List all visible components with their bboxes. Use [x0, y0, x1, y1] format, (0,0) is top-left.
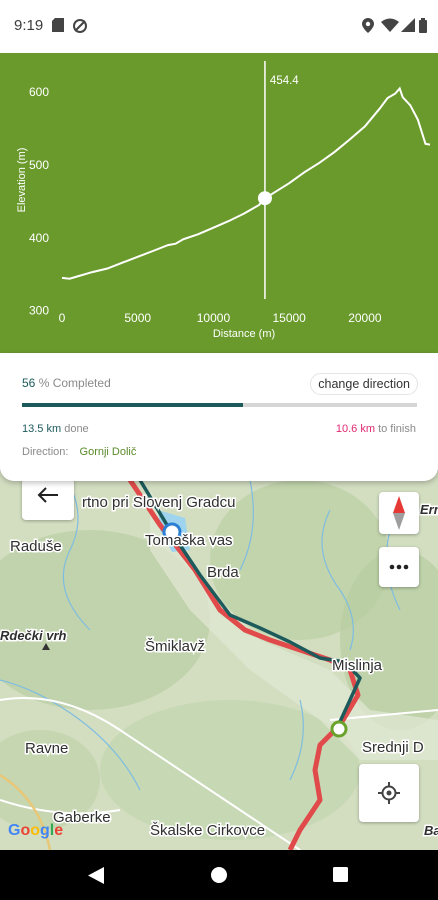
progress-card: 56 % Completed change direction 13.5 km … [0, 353, 438, 481]
direction-value: Gornji Dolič [79, 446, 137, 458]
finish-km: 10.6 km [335, 423, 376, 435]
x-axis-label: Distance (m) [213, 328, 275, 340]
y-tick-label: 400 [29, 231, 49, 245]
place-label-raduse: Raduše [10, 538, 62, 555]
change-direction-button[interactable]: change direction [310, 373, 418, 395]
system-nav-bar [0, 850, 438, 900]
recents-square-icon[interactable] [333, 867, 348, 882]
percent-completed: 56 % Completed [22, 376, 111, 390]
location-icon [362, 18, 374, 33]
elevation-chart-svg[interactable]: Elevation (m) Distance (m) 300400500600 … [0, 53, 438, 353]
my-location-icon [378, 782, 400, 804]
progress-bar [22, 403, 417, 407]
done-km: 13.5 km [22, 423, 62, 435]
map-view[interactable]: rtno pri Slovenj Gradcu Tomaška vas Brda… [0, 470, 438, 850]
x-tick-label: 5000 [124, 311, 151, 325]
more-options-button[interactable] [379, 547, 419, 587]
place-label-slovenj: rtno pri Slovenj Gradcu [82, 494, 235, 511]
place-label-tomaska: Tomaška vas [145, 532, 233, 549]
elevation-chart[interactable]: Elevation (m) Distance (m) 300 400 500 600 … [0, 53, 438, 353]
y-axis-label: Elevation (m) [16, 148, 28, 213]
my-location-button[interactable] [359, 764, 419, 822]
x-tick-label: 15000 [272, 311, 306, 325]
done-label: done [64, 423, 89, 435]
place-label-ravne: Ravne [25, 740, 68, 757]
direction-label: Direction: [22, 446, 69, 458]
y-tick-label: 600 [29, 85, 49, 99]
compass-icon [393, 496, 405, 530]
place-label-ern: Ern [420, 502, 438, 517]
arrow-left-icon [37, 487, 58, 503]
remaining-distance: 10.6 km to finish [336, 423, 416, 435]
google-logo: Google [8, 822, 64, 839]
finish-label: to finish [378, 423, 416, 435]
status-bar: 9:19 [0, 0, 438, 53]
percent-label: % Completed [38, 376, 111, 390]
battery-icon [419, 18, 427, 33]
x-tick-label: 0 [59, 311, 66, 325]
x-tick-label: 10000 [197, 311, 231, 325]
place-label-mislinja: Mislinja [332, 657, 383, 674]
wifi-icon [381, 18, 399, 32]
y-tick-label: 500 [29, 158, 49, 172]
y-tick-label: 300 [29, 304, 49, 318]
no-location-icon [73, 19, 87, 33]
compass-button[interactable] [379, 492, 419, 534]
sd-card-icon [52, 18, 64, 32]
signal-icon [401, 18, 415, 32]
place-label-smiklavz: Šmiklavž [145, 638, 205, 655]
place-label-skalske: Škalske Cirkovce [150, 822, 265, 839]
percent-value: 56 [22, 376, 36, 390]
back-triangle-icon[interactable] [88, 867, 104, 884]
direction-row: Direction: Gornji Dolič [22, 446, 136, 458]
route-end-marker[interactable] [330, 720, 348, 738]
more-horizontal-icon [389, 564, 409, 570]
place-label-b: Ba [424, 823, 438, 838]
position-marker-label: 454.4 [270, 75, 299, 87]
position-marker-dot[interactable] [257, 191, 272, 206]
home-circle-icon[interactable] [211, 867, 227, 883]
x-tick-label: 20000 [348, 311, 382, 325]
elevation-line [61, 86, 431, 280]
place-label-brda: Brda [207, 564, 239, 581]
progress-bar-fill [22, 403, 244, 407]
place-label-srednji: Srednji D [362, 739, 424, 756]
place-label-rdecki: Rdečki vrh [0, 628, 67, 643]
status-time: 9:19 [14, 17, 44, 34]
done-distance: 13.5 km done [22, 423, 89, 435]
